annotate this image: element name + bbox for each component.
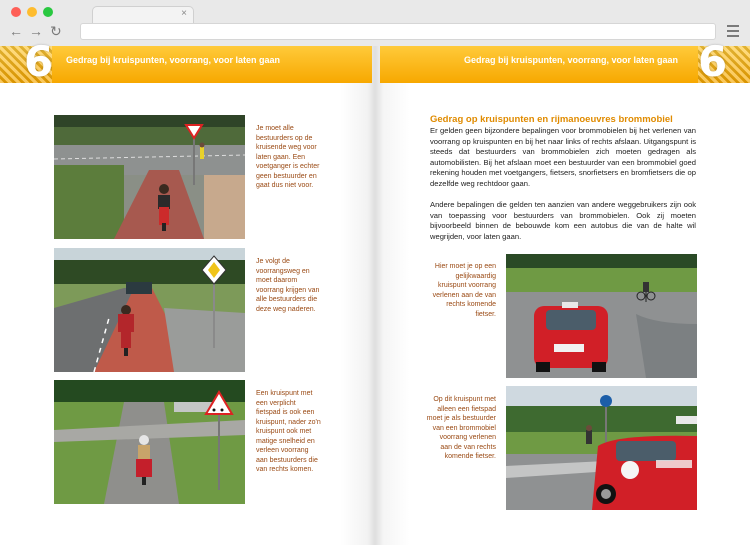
address-bar[interactable] [80,23,716,40]
browser-tab[interactable]: × [92,6,194,23]
back-icon[interactable]: ← [9,23,23,39]
paragraph-2: Andere bepalingen die gelden ten aanzien… [430,200,696,241]
minimize-window-dot[interactable] [27,7,37,17]
tab-close-icon[interactable]: × [181,8,187,19]
book-spine [340,46,410,545]
photo-yield-intersection [54,115,245,239]
caption-photo-1: Je moet alle bestuurders op de kruisende… [256,125,320,189]
section-title: Gedrag op kruispunten en rijmanoeuvres b… [430,114,673,125]
chapter-number: 6 [24,37,54,86]
paragraph-1: Er gelden geen bijzondere bepalingen voo… [430,126,696,188]
caption-photo-5: Op dit kruispunt met alleen een fietspad… [426,396,496,460]
left-header-bar: 6 Gedrag bij kruispunten, voorrang, voor… [0,40,372,84]
right-header-bar: Gedrag bij kruispunten, voorrang, voor l… [380,40,750,84]
left-header-title: Gedrag bij kruispunten, voorrang, voor l… [66,55,281,65]
menu-icon[interactable] [727,25,739,40]
chapter-number: 6 [698,37,728,86]
right-header-title: Gedrag bij kruispunten, voorrang, voor l… [463,55,678,65]
caption-photo-2: Je volgt de voorrangsweg en moet daarom … [256,258,320,313]
photo-microcar-bicycle-path [506,386,697,510]
close-window-dot[interactable] [11,7,21,17]
caption-photo-4: Hier moet je op een gelijkwaardig kruisp… [432,263,496,318]
browser-chrome: × ← → ↻ [0,0,750,47]
photo-microcar-intersection [506,254,697,378]
book-spread: 6 Gedrag bij kruispunten, voorrang, voor… [0,40,750,545]
photo-priority-road [54,248,245,372]
caption-photo-3: Een kruispunt met een verplicht fietspad… [256,390,321,473]
photo-bicycle-crossing [54,380,245,504]
maximize-window-dot[interactable] [43,7,53,17]
